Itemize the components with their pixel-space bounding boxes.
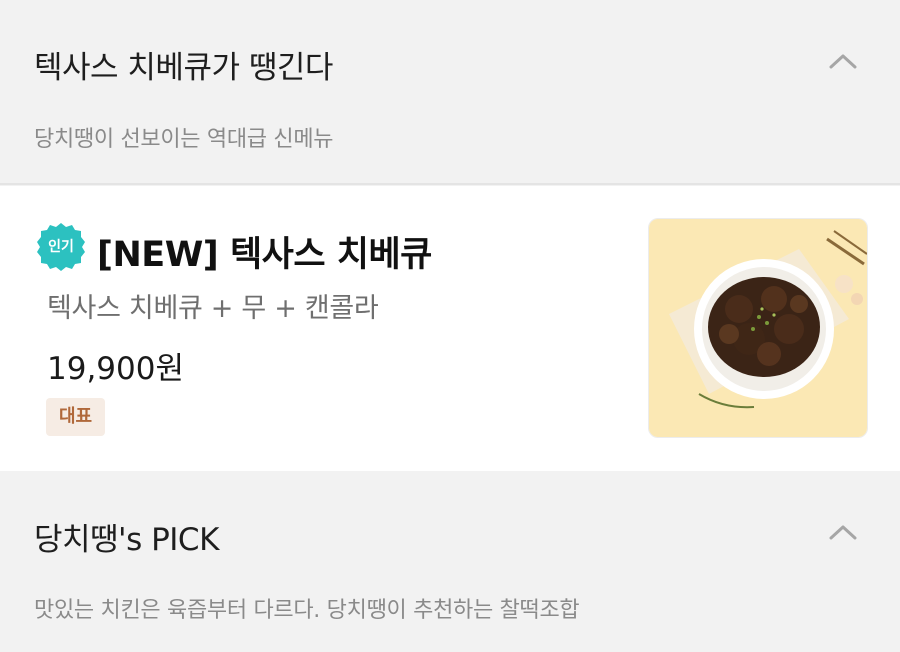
menu-item-description: 텍사스 치베큐 + 무 + 캔콜라 (47, 293, 379, 324)
chevron-up-icon[interactable] (826, 50, 860, 72)
badge-label: 인기 (48, 239, 74, 255)
section-subtitle: 당치땡이 선보이는 역대급 신메뉴 (34, 127, 334, 152)
section-header-texas[interactable]: 텍사스 치베큐가 땡긴다 당치땡이 선보이는 역대급 신메뉴 (0, 0, 900, 185)
section-header-pick[interactable]: 당치땡's PICK 맛있는 치킨은 육즙부터 다르다. 당치땡이 추천하는 찰… (0, 471, 900, 652)
menu-item-name: [NEW] 텍사스 치베큐 (97, 235, 432, 275)
menu-item-price: 19,900원 (47, 351, 184, 387)
chevron-up-icon[interactable] (826, 521, 860, 543)
popular-badge: 인기 (36, 222, 86, 272)
section-title: 당치땡's PICK (34, 522, 219, 558)
section-title: 텍사스 치베큐가 땡긴다 (34, 50, 333, 86)
menu-item-image[interactable] (648, 218, 868, 438)
food-photo-icon (649, 219, 867, 437)
representative-tag: 대표 (46, 398, 105, 436)
section-subtitle: 맛있는 치킨은 육즙부터 다르다. 당치땡이 추천하는 찰떡조합 (34, 598, 580, 623)
